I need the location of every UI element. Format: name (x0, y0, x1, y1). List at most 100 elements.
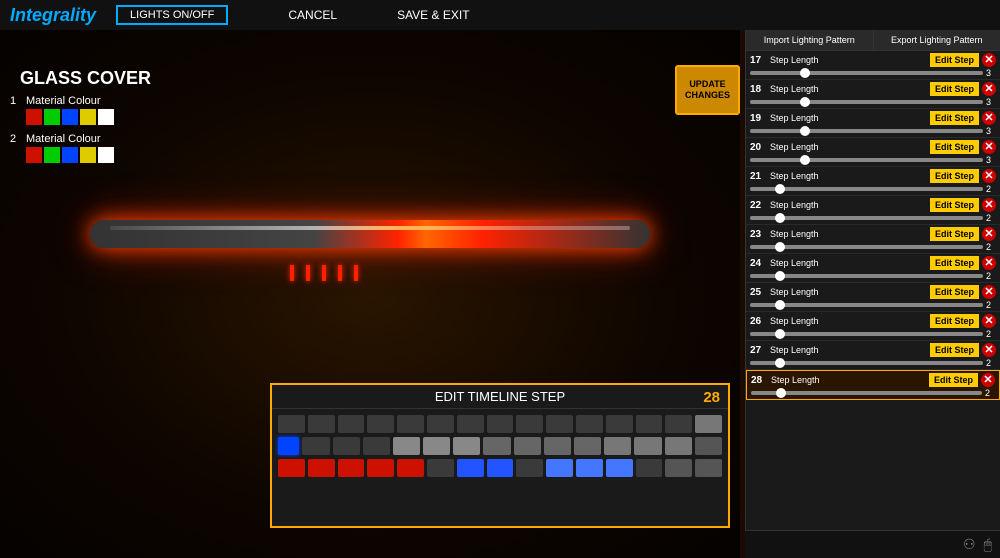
color-green-2[interactable] (44, 147, 60, 163)
color-white-1[interactable] (98, 109, 114, 125)
delete-step-button-26[interactable]: ✕ (982, 314, 996, 328)
color-green-1[interactable] (44, 109, 60, 125)
track-cell[interactable] (367, 415, 394, 433)
step-slider-26[interactable] (750, 332, 983, 336)
edit-step-button-24[interactable]: Edit Step (930, 256, 979, 270)
track-cell[interactable] (546, 415, 573, 433)
track-cell-red[interactable] (397, 459, 424, 477)
track-cell[interactable] (606, 415, 633, 433)
step-slider-21[interactable] (750, 187, 983, 191)
track-cell-blue-light[interactable] (606, 459, 633, 477)
edit-step-button-17[interactable]: Edit Step (930, 53, 979, 67)
track-cell[interactable] (333, 437, 360, 455)
save-exit-button[interactable]: SAVE & EXIT (397, 8, 469, 22)
track-cell-red[interactable] (308, 459, 335, 477)
step-slider-19[interactable] (750, 129, 983, 133)
delete-step-button-17[interactable]: ✕ (982, 53, 996, 67)
color-yellow-2[interactable] (80, 147, 96, 163)
track-cell[interactable] (695, 415, 722, 433)
track-cell[interactable] (483, 437, 510, 455)
track-cell-red[interactable] (278, 459, 305, 477)
track-cell[interactable] (397, 415, 424, 433)
step-slider-27[interactable] (750, 361, 983, 365)
delete-step-button-23[interactable]: ✕ (982, 227, 996, 241)
delete-step-button-19[interactable]: ✕ (982, 111, 996, 125)
edit-step-button-20[interactable]: Edit Step (930, 140, 979, 154)
color-blue-1[interactable] (62, 109, 78, 125)
track-cell[interactable] (636, 415, 663, 433)
step-slider-17[interactable] (750, 71, 983, 75)
track-cell[interactable] (308, 415, 335, 433)
track-cell[interactable] (634, 437, 661, 455)
color-yellow-1[interactable] (80, 109, 96, 125)
edit-step-button-22[interactable]: Edit Step (930, 198, 979, 212)
color-red-1[interactable] (26, 109, 42, 125)
track-cell[interactable] (302, 437, 329, 455)
step-slider-24[interactable] (750, 274, 983, 278)
track-cell[interactable] (516, 415, 543, 433)
visualization-area (60, 170, 680, 330)
export-lighting-button[interactable]: Export Lighting Pattern (874, 30, 1000, 50)
step-slider-28[interactable] (751, 391, 982, 395)
track-cell[interactable] (695, 437, 722, 455)
track-cell[interactable] (576, 415, 603, 433)
track-cell[interactable] (695, 459, 722, 477)
delete-step-button-20[interactable]: ✕ (982, 140, 996, 154)
delete-step-button-28[interactable]: ✕ (981, 373, 995, 387)
delete-step-button-22[interactable]: ✕ (982, 198, 996, 212)
track-cell-active[interactable] (278, 437, 299, 455)
track-cell[interactable] (574, 437, 601, 455)
lights-toggle-button[interactable]: LIGHTS ON/OFF (116, 5, 228, 25)
edit-step-button-28[interactable]: Edit Step (929, 373, 978, 387)
step-slider-23[interactable] (750, 245, 983, 249)
cancel-button[interactable]: CANCEL (288, 8, 337, 22)
delete-step-button-24[interactable]: ✕ (982, 256, 996, 270)
delete-step-button-25[interactable]: ✕ (982, 285, 996, 299)
track-cell[interactable] (514, 437, 541, 455)
update-changes-button[interactable]: UPDATE CHANGES (675, 65, 740, 115)
track-cell-red[interactable] (367, 459, 394, 477)
track-cell[interactable] (427, 459, 454, 477)
track-cell[interactable] (544, 437, 571, 455)
step-slider-25[interactable] (750, 303, 983, 307)
step-slider-20[interactable] (750, 158, 983, 162)
track-cell[interactable] (516, 459, 543, 477)
delete-step-button-21[interactable]: ✕ (982, 169, 996, 183)
step-top-22: 22 Step Length Edit Step ✕ (750, 198, 996, 212)
delete-step-button-18[interactable]: ✕ (982, 82, 996, 96)
color-red-2[interactable] (26, 147, 42, 163)
step-slider-22[interactable] (750, 216, 983, 220)
track-cell[interactable] (457, 415, 484, 433)
edit-step-button-19[interactable]: Edit Step (930, 111, 979, 125)
step-slider-18[interactable] (750, 100, 983, 104)
edit-step-button-23[interactable]: Edit Step (930, 227, 979, 241)
track-cell[interactable] (665, 459, 692, 477)
import-lighting-button[interactable]: Import Lighting Pattern (746, 30, 874, 50)
track-cell[interactable] (487, 415, 514, 433)
track-cell[interactable] (665, 415, 692, 433)
track-cell-red[interactable] (338, 459, 365, 477)
edit-step-button-25[interactable]: Edit Step (930, 285, 979, 299)
edit-step-button-21[interactable]: Edit Step (930, 169, 979, 183)
edit-step-button-27[interactable]: Edit Step (930, 343, 979, 357)
track-cell[interactable] (423, 437, 450, 455)
track-cell-blue-light[interactable] (576, 459, 603, 477)
delete-step-button-27[interactable]: ✕ (982, 343, 996, 357)
track-cell-blue[interactable] (457, 459, 484, 477)
track-cell[interactable] (338, 415, 365, 433)
color-blue-2[interactable] (62, 147, 78, 163)
track-cell[interactable] (393, 437, 420, 455)
track-cell[interactable] (363, 437, 390, 455)
track-cell[interactable] (665, 437, 692, 455)
track-cell[interactable] (636, 459, 663, 477)
track-cell[interactable] (453, 437, 480, 455)
track-cell[interactable] (427, 415, 454, 433)
track-cell-blue[interactable] (487, 459, 514, 477)
edit-step-button-18[interactable]: Edit Step (930, 82, 979, 96)
track-cell[interactable] (278, 415, 305, 433)
track-cell[interactable] (604, 437, 631, 455)
color-white-2[interactable] (98, 147, 114, 163)
track-cell-blue-light[interactable] (546, 459, 573, 477)
edit-step-button-26[interactable]: Edit Step (930, 314, 979, 328)
timeline-step-number: 28 (703, 389, 720, 406)
